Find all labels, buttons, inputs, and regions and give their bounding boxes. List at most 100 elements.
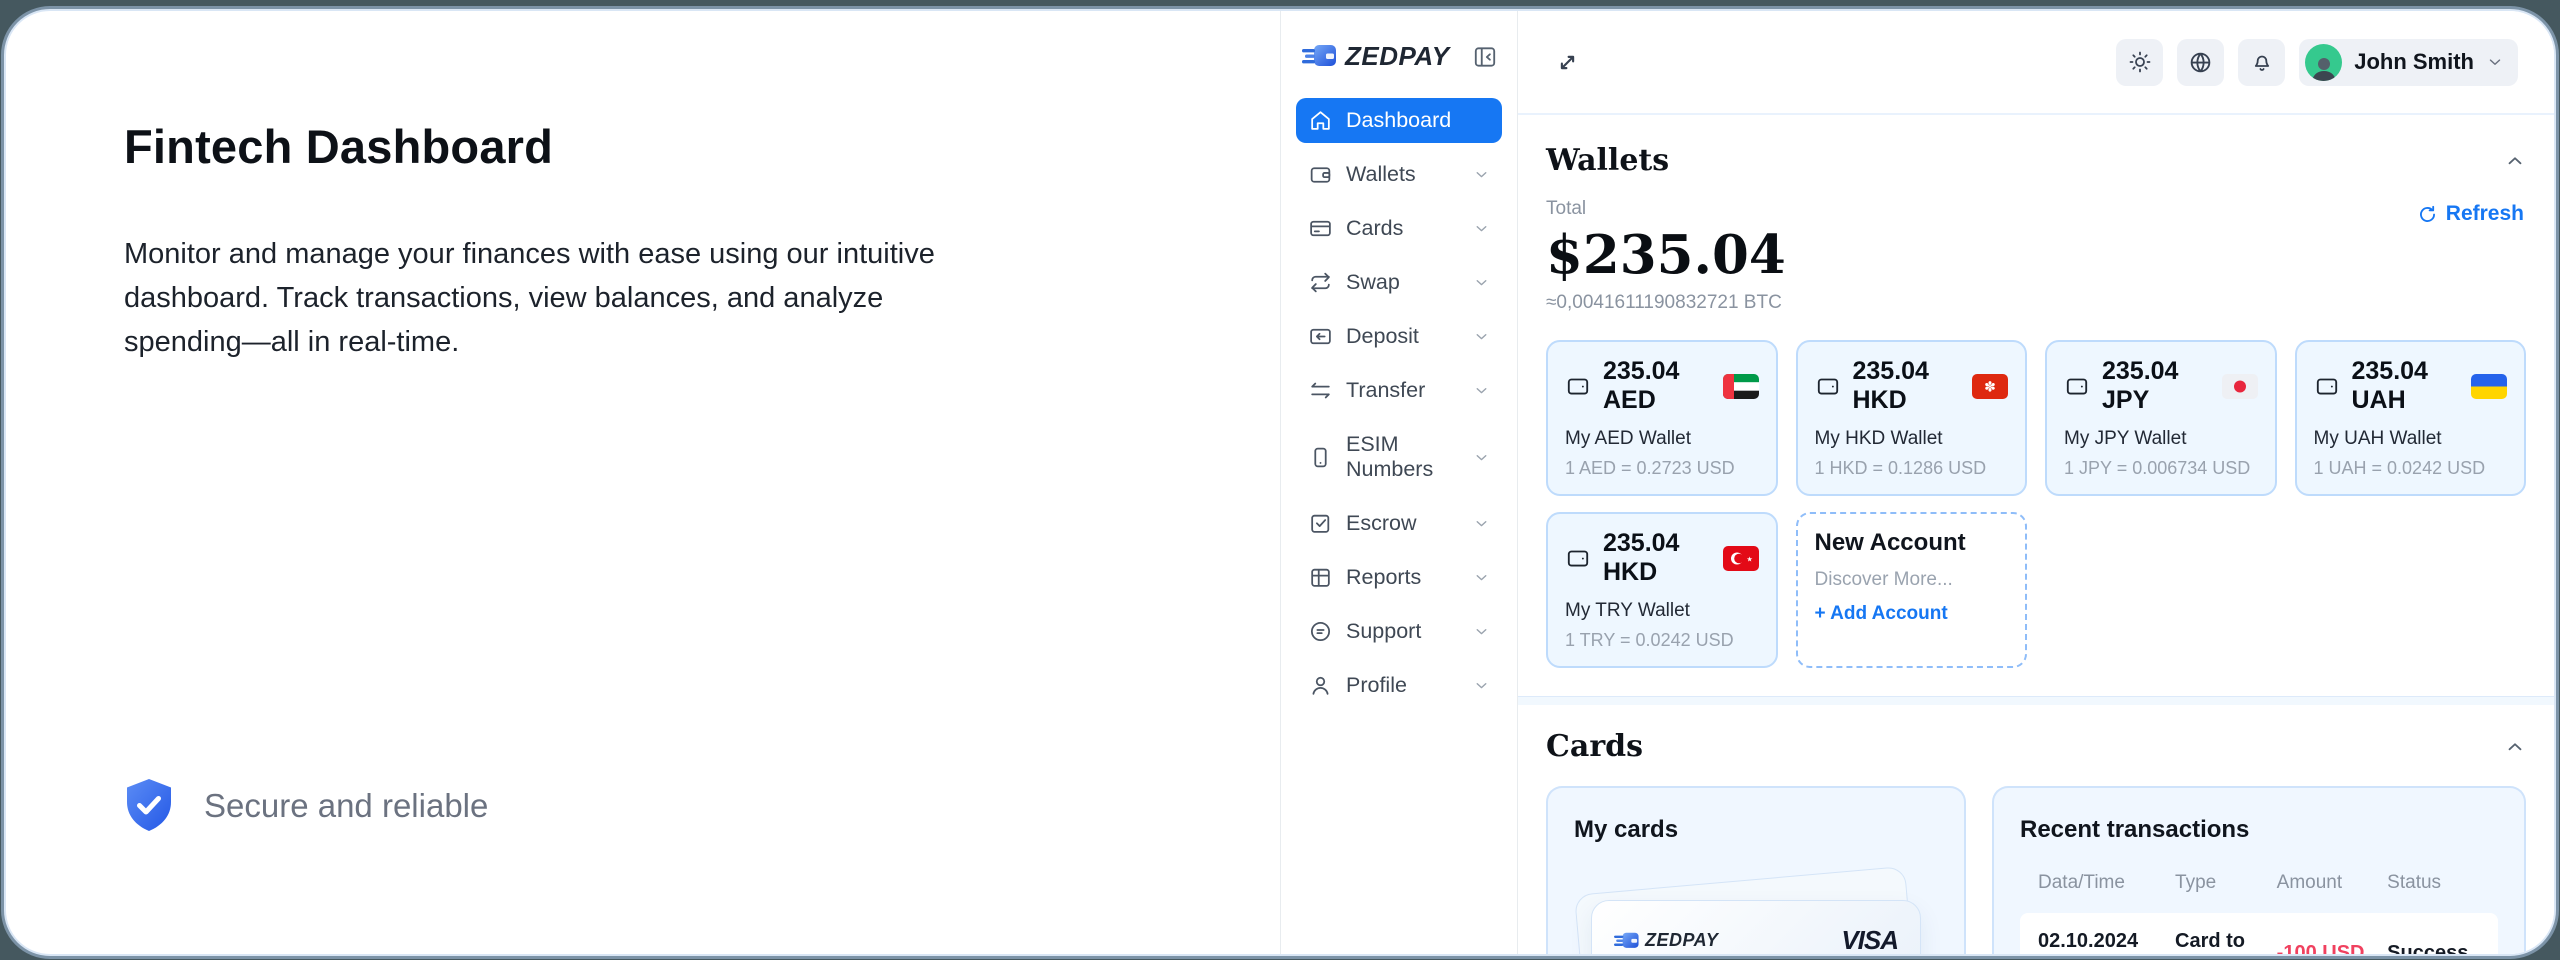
main-panel: John Smith Wallets Total $235. [1518, 11, 2554, 954]
tx-type: Card to card [2175, 930, 2277, 954]
chevron-down-icon [1473, 677, 1490, 694]
wallets-total: Total $235.04 ≈0,0041611190832721 BTC Re… [1546, 198, 2526, 314]
zedpay-logo[interactable]: ZEDPAY [1302, 41, 1450, 72]
new-account-subtitle: Discover More... [1815, 569, 2009, 591]
column-header: Status [2387, 872, 2480, 894]
chat-icon [1308, 619, 1333, 644]
secure-badge: Secure and reliable [124, 778, 1220, 834]
wallet-rate: 1 HKD = 0.1286 USD [1815, 458, 2009, 479]
wallets-section: Wallets Total $235.04 ≈0,004161119083272… [1546, 115, 2526, 668]
wallet-card-try[interactable]: 235.04 HKD ★ My TRY Wallet 1 TRY = 0.024… [1546, 512, 1778, 668]
home-icon [1308, 108, 1333, 133]
svg-text:★: ★ [1746, 555, 1752, 563]
notifications-bell-button[interactable] [2238, 39, 2285, 86]
total-amount: $235.04 [1546, 224, 2526, 286]
sidebar-item-dashboard[interactable]: Dashboard [1296, 98, 1502, 143]
wallet-icon [2064, 373, 2090, 399]
person-icon [1308, 673, 1333, 698]
flag-tr-icon: ★ [1723, 546, 1759, 571]
phone-icon [1308, 445, 1333, 470]
cards-section: Cards My cards [1546, 705, 2526, 954]
total-btc-equivalent: ≈0,0041611190832721 BTC [1546, 292, 2526, 314]
wallet-name: My UAH Wallet [2314, 428, 2508, 450]
bank-card-stack[interactable]: ZEDPAY VISA 1234 1234 1234 1234 [1591, 896, 1921, 954]
chevron-down-icon [1473, 515, 1490, 532]
sidebar-item-cards[interactable]: Cards [1296, 206, 1502, 251]
wallet-rate: 1 UAH = 0.0242 USD [2314, 458, 2508, 479]
bank-card-front: ZEDPAY VISA 1234 1234 1234 1234 [1591, 900, 1921, 954]
chevron-down-icon [1473, 274, 1490, 291]
app-window: Fintech Dashboard Monitor and manage you… [4, 9, 2556, 956]
chevron-down-icon [2486, 53, 2504, 71]
total-label: Total [1546, 198, 2526, 220]
sidebar-item-reports[interactable]: Reports [1296, 555, 1502, 600]
wallet-icon [2314, 373, 2340, 399]
zedpay-logo-text: ZEDPAY [1345, 41, 1450, 72]
wallet-name: My HKD Wallet [1815, 428, 2009, 450]
new-account-title: New Account [1815, 529, 2009, 557]
transfer-icon [1308, 378, 1333, 403]
column-header: Amount [2277, 872, 2388, 894]
wallet-card-aed[interactable]: 235.04 AED My AED Wallet 1 AED = 0.2723 … [1546, 340, 1778, 496]
shield-check-icon [124, 778, 174, 834]
wallet-icon [1308, 162, 1333, 187]
sidebar-item-escrow[interactable]: Escrow [1296, 501, 1502, 546]
transactions-title: Recent transactions [2020, 816, 2498, 844]
main-content: Wallets Total $235.04 ≈0,004161119083272… [1518, 115, 2554, 954]
expand-button[interactable] [1554, 49, 1581, 76]
chevron-down-icon [1473, 623, 1490, 640]
zedpay-logo-icon [1302, 43, 1338, 70]
chevron-down-icon [1473, 569, 1490, 586]
sidebar-item-wallets[interactable]: Wallets [1296, 152, 1502, 197]
column-header: Data/Time [2038, 872, 2175, 894]
checkbox-icon [1308, 511, 1333, 536]
wallet-rate: 1 TRY = 0.0242 USD [1565, 630, 1759, 651]
wallet-card-uah[interactable]: 235.04 UAH My UAH Wallet 1 UAH = 0.0242 … [2295, 340, 2527, 496]
tx-status: Success [2387, 942, 2480, 955]
add-account-button[interactable]: + Add Account [1815, 603, 1948, 625]
sidebar-item-profile[interactable]: Profile [1296, 663, 1502, 708]
secure-badge-label: Secure and reliable [204, 787, 488, 825]
user-menu[interactable]: John Smith [2299, 39, 2518, 86]
transaction-row[interactable]: 02.10.2024 06:24 Card to card -100 USD S… [2020, 913, 2498, 954]
report-icon [1308, 565, 1333, 590]
sidebar-item-deposit[interactable]: Deposit [1296, 314, 1502, 359]
cards-collapse-button[interactable] [2504, 736, 2526, 758]
theme-toggle-button[interactable] [2116, 39, 2163, 86]
tx-amount: -100 USD [2277, 942, 2388, 955]
wallet-card-jpy[interactable]: 235.04 JPY My JPY Wallet 1 JPY = 0.00673… [2045, 340, 2277, 496]
wallet-name: My TRY Wallet [1565, 600, 1759, 622]
user-name: John Smith [2354, 49, 2474, 75]
wallets-collapse-button[interactable] [2504, 150, 2526, 172]
wallet-amount: 235.04 HKD [1603, 529, 1711, 587]
column-header: Type [2175, 872, 2277, 894]
avatar [2305, 44, 2342, 81]
sidebar-item-swap[interactable]: Swap [1296, 260, 1502, 305]
sidebar-item-esim-numbers[interactable]: ESIM Numbers [1296, 422, 1502, 492]
credit-card-icon [1308, 216, 1333, 241]
svg-text:✽: ✽ [1984, 378, 1996, 394]
my-cards-title: My cards [1574, 816, 1938, 844]
sidebar: ZEDPAY Dashboard [1280, 11, 1518, 954]
chevron-down-icon [1473, 382, 1490, 399]
refresh-button[interactable]: Refresh [2417, 202, 2524, 226]
my-cards-panel: My cards [1546, 786, 1966, 954]
sidebar-item-support[interactable]: Support [1296, 609, 1502, 654]
sidebar-collapse-button[interactable] [1472, 44, 1498, 70]
sidebar-item-transfer[interactable]: Transfer [1296, 368, 1502, 413]
transactions-header: Data/Time Type Amount Status [2020, 862, 2498, 904]
language-globe-button[interactable] [2177, 39, 2224, 86]
transactions-panel: Recent transactions Data/Time Type Amoun… [1992, 786, 2526, 954]
new-account-card[interactable]: New Account Discover More... + Add Accou… [1796, 512, 2028, 668]
deposit-icon [1308, 324, 1333, 349]
sidebar-nav: Dashboard Wallets [1296, 98, 1502, 708]
chevron-down-icon [1473, 166, 1490, 183]
wallet-card-hkd[interactable]: 235.04 HKD ✽ My HKD Wallet 1 HKD = 0.128… [1796, 340, 2028, 496]
chevron-down-icon [1473, 449, 1490, 466]
wallet-icon [1815, 373, 1841, 399]
transactions-table: Data/Time Type Amount Status 02.10.2024 … [2020, 862, 2498, 954]
flag-jp-icon [2222, 374, 2258, 399]
swap-icon [1308, 270, 1333, 295]
tx-datetime: 02.10.2024 06:24 [2038, 930, 2175, 954]
hero-panel: Fintech Dashboard Monitor and manage you… [6, 11, 1280, 954]
